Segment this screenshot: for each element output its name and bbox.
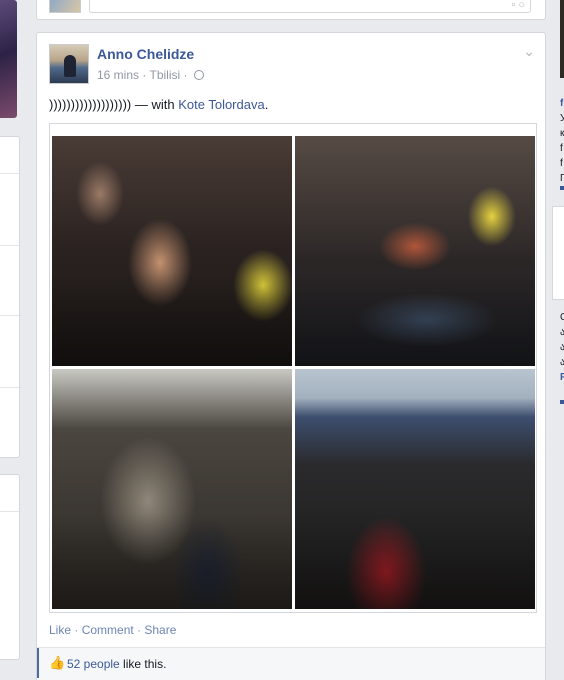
right-thumbnail-image[interactable] [560, 0, 564, 78]
collage-photo[interactable] [52, 136, 292, 366]
like-link[interactable]: Like [49, 623, 71, 637]
feed-post: Anno Chelidze 16 mins · Tbilisi · ⌄ ))))… [36, 32, 546, 680]
right-sidebar-text: f [560, 143, 563, 154]
collage-photo[interactable] [52, 369, 292, 609]
post-text-suffix: . [264, 97, 269, 112]
likes-people-link[interactable]: 52 people [67, 657, 120, 671]
post-location-link[interactable]: Tbilisi [149, 68, 180, 82]
right-sidebar-bullet [560, 186, 564, 190]
previous-post: ▫ ○ [36, 0, 546, 20]
tagged-person-link[interactable]: Kote Tolordava [178, 97, 265, 112]
right-sidebar-text: ა [560, 327, 564, 338]
action-separator: · [71, 623, 82, 637]
left-sidebar-card-2 [0, 474, 20, 660]
collage-photo[interactable] [295, 369, 535, 609]
chevron-down-icon[interactable]: ⌄ [523, 43, 535, 60]
action-separator: · [133, 623, 145, 637]
right-sidebar: f У к f f П C ა ა ა F [552, 0, 564, 680]
meta-separator: · [139, 68, 150, 82]
right-sidebar-text: к [560, 128, 564, 139]
post-text: ))))))))))))))))))) — with Kote Tolordav… [49, 97, 268, 112]
post-text-prefix: ))))))))))))))))))) — with [49, 97, 179, 112]
post-time-link[interactable]: 16 mins [97, 68, 139, 82]
post-actions: Like · Comment · Share [49, 623, 176, 637]
likes-text: 52 people like this. [67, 657, 166, 671]
author-avatar[interactable] [49, 44, 89, 84]
right-sidebar-text: ა [560, 342, 564, 353]
right-sidebar-text: C [560, 312, 564, 323]
right-sidebar-link[interactable]: f [560, 96, 564, 111]
author-name-link[interactable]: Anno Chelidze [97, 46, 194, 62]
left-thumbnail-image[interactable] [0, 0, 17, 118]
thumbs-up-icon: 👍 [49, 655, 66, 670]
collage-photo[interactable] [295, 136, 535, 366]
previous-post-thumbnail[interactable] [49, 0, 81, 13]
right-sidebar-link[interactable]: F [560, 370, 564, 385]
post-meta: 16 mins · Tbilisi · [97, 68, 204, 82]
previous-comment-input[interactable] [89, 0, 531, 13]
meta-separator-2: · [180, 68, 191, 82]
likes-suffix: like this. [119, 657, 167, 671]
comment-link[interactable]: Comment [82, 623, 134, 637]
likes-summary: 👍 52 people like this. [37, 647, 545, 680]
share-link[interactable]: Share [144, 623, 176, 637]
photo-collage[interactable] [49, 123, 537, 613]
right-sidebar-text: ა [560, 357, 564, 368]
left-sidebar [0, 0, 20, 680]
right-sidebar-text: f [560, 158, 563, 169]
globe-icon[interactable] [193, 70, 204, 80]
right-sidebar-bullet [560, 400, 564, 404]
avatar-figure [64, 55, 76, 77]
likes-accent [37, 648, 39, 678]
right-sidebar-text: П [560, 173, 564, 184]
previous-post-icons[interactable]: ▫ ○ [511, 0, 525, 11]
right-sidebar-card [552, 206, 564, 300]
left-sidebar-card [0, 136, 20, 458]
right-sidebar-text: У [560, 113, 564, 124]
